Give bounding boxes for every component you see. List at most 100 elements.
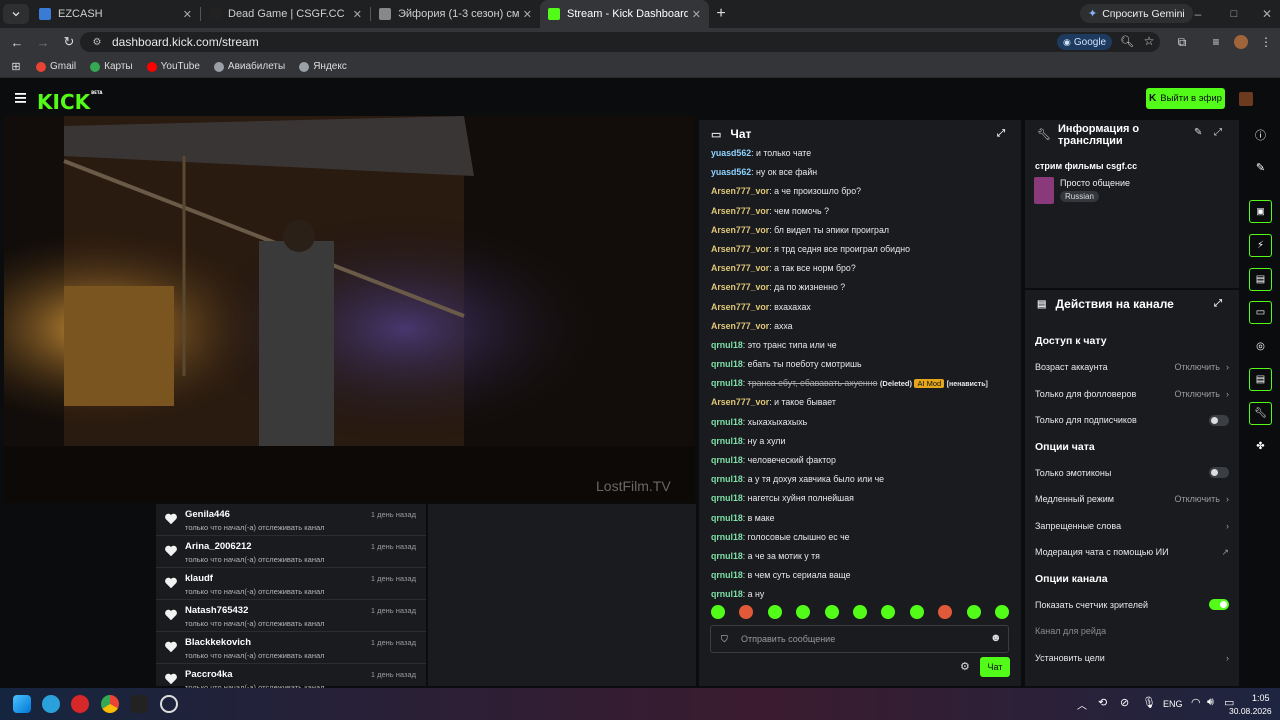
show-viewers-toggle[interactable] — [1209, 599, 1229, 611]
widgets-icon[interactable]: ✤ — [1249, 435, 1272, 458]
chat-username[interactable]: qrnul18 — [711, 589, 743, 599]
update-icon[interactable]: ⟲ — [1098, 696, 1107, 709]
url-text[interactable]: dashboard.kick.com/stream — [112, 35, 259, 49]
edit-icon[interactable]: ✎ — [1249, 156, 1272, 179]
chat-input[interactable]: ⛉ Отправить сообщение ☻ — [710, 625, 1009, 653]
browser-tab[interactable]: Stream - Kick Dashboard ✕ — [540, 0, 709, 28]
chat-username[interactable]: qrnul18 — [711, 378, 743, 388]
back-icon[interactable]: ← — [8, 33, 26, 51]
emote-icon[interactable] — [994, 605, 1009, 619]
emote-icon[interactable] — [824, 605, 839, 619]
close-tab-icon[interactable]: ✕ — [353, 8, 362, 21]
extensions-icon[interactable]: ⧉ — [1174, 34, 1190, 50]
apps-grid-icon[interactable]: ⊞ — [10, 61, 22, 73]
site-info-icon[interactable]: ⚙ — [90, 37, 104, 48]
hamburger-menu-icon[interactable] — [14, 92, 26, 104]
wifi-icon[interactable]: ◠ — [1191, 696, 1201, 709]
chat-username[interactable]: Arsen777_vor — [711, 302, 769, 312]
emotes-only-toggle[interactable] — [1209, 467, 1229, 479]
network-off-icon[interactable]: ⊘ — [1120, 696, 1129, 709]
emote-icon[interactable] — [852, 605, 867, 619]
send-chat-button[interactable]: Чат — [980, 657, 1010, 677]
edit-info-icon[interactable]: ✎ — [1194, 127, 1202, 138]
emote-icon[interactable] — [966, 605, 981, 619]
close-tab-icon[interactable]: ✕ — [523, 8, 532, 21]
popout-chat-icon[interactable]: ⤢ — [997, 128, 1005, 139]
terminal-app-icon[interactable] — [130, 695, 148, 713]
emote-icon[interactable] — [881, 605, 896, 619]
chat-username[interactable]: Arsen777_vor — [711, 244, 769, 254]
stream-video-preview[interactable]: LostFilm.TV — [4, 116, 695, 503]
slow-mode-row[interactable]: Медленный режим Отключить › — [1025, 486, 1239, 513]
chat-username[interactable]: Arsen777_vor — [711, 225, 769, 235]
chat-username[interactable]: Arsen777_vor — [711, 397, 769, 407]
browser-tab[interactable]: Dead Game | CSGF.CC ✕ — [201, 0, 370, 28]
followers-only-row[interactable]: Только для фолловеров Отключить › — [1025, 381, 1239, 408]
subscribers-only-toggle[interactable] — [1209, 414, 1229, 426]
chat-username[interactable]: qrnul18 — [711, 551, 743, 561]
set-goals-row[interactable]: Установить цели › — [1025, 645, 1239, 672]
chat-username[interactable]: qrnul18 — [711, 513, 743, 523]
tab-list-icon[interactable] — [3, 4, 29, 24]
target-icon[interactable]: ◎ — [1249, 335, 1272, 358]
banned-words-row[interactable]: Запрещенные слова › — [1025, 513, 1239, 540]
minimize-icon[interactable]: – — [1190, 6, 1206, 22]
chat-username[interactable]: yuasd562 — [711, 167, 751, 177]
emote-icon[interactable] — [711, 605, 725, 619]
steam-app-icon[interactable] — [160, 695, 178, 713]
chat-username[interactable]: qrnul18 — [711, 493, 743, 503]
popout-info-icon[interactable]: ⤢ — [1214, 127, 1222, 138]
list-panel-icon[interactable]: ▤ — [1249, 268, 1272, 291]
browser-tab[interactable]: Эйфория (1-3 сезон) смот ✕ — [371, 0, 540, 28]
bookmark-item[interactable]: Gmail — [36, 61, 76, 72]
video-panel-icon[interactable]: ▣ — [1249, 200, 1272, 223]
user-avatar[interactable] — [1239, 92, 1253, 106]
address-bar[interactable]: ⚙ dashboard.kick.com/stream ◉ Google 🔍︎ … — [80, 32, 1160, 52]
popout-actions-icon[interactable]: ⤢ — [1214, 298, 1222, 309]
bookmark-star-icon[interactable]: ☆ — [1142, 34, 1156, 48]
lightning-icon[interactable]: ⚡︎ — [1249, 234, 1272, 257]
bookmark-item[interactable]: Карты — [90, 61, 133, 72]
bookmark-item[interactable]: Авиабилеты — [213, 61, 285, 72]
windows-start-icon[interactable] — [13, 695, 31, 713]
microphone-icon[interactable]: 🎙︎ — [1142, 696, 1156, 709]
show-hidden-icons[interactable]: ︿ — [1077, 697, 1087, 712]
close-window-icon[interactable]: ✕ — [1259, 6, 1275, 22]
chat-settings-icon[interactable]: ⚙ — [960, 660, 970, 673]
close-tab-icon[interactable]: ✕ — [183, 8, 192, 21]
bookmark-item[interactable]: YouTube — [146, 61, 200, 72]
chat-username[interactable]: qrnul18 — [711, 340, 743, 350]
chat-username[interactable]: qrnul18 — [711, 359, 743, 369]
forward-icon[interactable]: → — [34, 33, 52, 51]
chat-username[interactable]: qrnul18 — [711, 436, 743, 446]
emote-icon[interactable] — [739, 605, 754, 619]
emote-icon[interactable] — [796, 605, 811, 619]
chat-username[interactable]: qrnul18 — [711, 570, 743, 580]
maximize-icon[interactable]: □ — [1226, 6, 1242, 22]
browser-tab[interactable]: EZCASH ✕ — [31, 0, 200, 28]
chat-username[interactable]: Arsen777_vor — [711, 321, 769, 331]
reload-icon[interactable]: ↻ — [60, 33, 78, 51]
reading-list-icon[interactable]: ≡ — [1208, 34, 1224, 50]
google-lens-chip[interactable]: ◉ Google — [1057, 34, 1113, 50]
raid-channel-row[interactable]: Канал для рейда — [1025, 618, 1239, 645]
volume-icon[interactable]: 🔊︎ — [1207, 696, 1214, 709]
bookmark-item[interactable]: Яндекс — [299, 61, 347, 72]
wrench-panel-icon[interactable]: 🔧︎ — [1249, 402, 1272, 425]
media-player-icon[interactable] — [71, 695, 89, 713]
chat-username[interactable]: qrnul18 — [711, 474, 743, 484]
profile-avatar[interactable] — [1234, 35, 1248, 49]
kick-logo[interactable]: KICKBETA — [37, 90, 102, 114]
emote-icon[interactable] — [909, 605, 924, 619]
close-tab-icon[interactable]: ✕ — [692, 8, 701, 21]
ai-moderation-row[interactable]: Модерация чата с помощью ИИ ↗ — [1025, 539, 1239, 566]
chat-username[interactable]: qrnul18 — [711, 417, 743, 427]
chat-username[interactable]: yuasd562 — [711, 148, 751, 158]
chat-username[interactable]: Arsen777_vor — [711, 206, 769, 216]
chrome-icon[interactable] — [101, 695, 119, 713]
shield-icon[interactable]: ⛉ — [721, 634, 728, 645]
input-language[interactable]: ENG — [1163, 699, 1183, 709]
chat-username[interactable]: Arsen777_vor — [711, 186, 769, 196]
chat-username[interactable]: qrnul18 — [711, 532, 743, 542]
new-tab-icon[interactable]: + — [709, 2, 733, 26]
